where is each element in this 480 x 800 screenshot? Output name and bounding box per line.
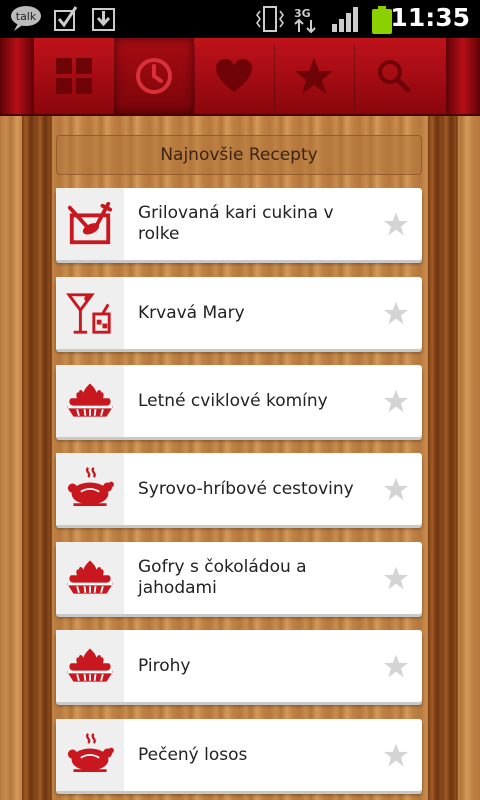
tab-favorites[interactable] bbox=[194, 38, 274, 114]
search-icon bbox=[378, 60, 411, 93]
star-icon bbox=[383, 566, 409, 590]
star-icon bbox=[383, 212, 409, 236]
talk-icon: talk bbox=[10, 4, 44, 36]
download-icon bbox=[92, 5, 116, 35]
roast-chicken-icon bbox=[64, 732, 116, 778]
tab-grid[interactable] bbox=[34, 38, 114, 114]
svg-text:3G: 3G bbox=[294, 7, 311, 20]
recipe-card[interactable]: Gofry s čokoládou a jahodami bbox=[56, 542, 422, 614]
star-icon bbox=[383, 654, 409, 678]
star-icon bbox=[295, 58, 333, 94]
recipe-card[interactable]: Letné cviklové komíny bbox=[56, 365, 422, 437]
star-icon bbox=[383, 477, 409, 501]
signal-icon bbox=[331, 5, 359, 37]
status-time: 11:35 bbox=[390, 3, 470, 32]
favorite-star-button[interactable] bbox=[370, 188, 422, 260]
checkbox-icon bbox=[54, 5, 78, 35]
favorite-star-button[interactable] bbox=[370, 542, 422, 614]
tab-bar bbox=[0, 38, 480, 116]
pie-icon bbox=[64, 643, 116, 689]
recipe-name: Letné cviklové komíny bbox=[138, 390, 328, 411]
favorite-star-button[interactable] bbox=[370, 630, 422, 702]
section-title: Najnovšie Recepty bbox=[160, 145, 318, 165]
pie-icon bbox=[64, 555, 116, 601]
heart-icon bbox=[216, 59, 252, 92]
status-bar: talk 3G 11:35 bbox=[0, 0, 480, 38]
favorite-star-button[interactable] bbox=[370, 719, 422, 791]
favorite-star-button[interactable] bbox=[370, 453, 422, 525]
recipe-card[interactable]: Grilovaná kari cukina v rolke bbox=[56, 188, 422, 260]
svg-text:talk: talk bbox=[16, 10, 37, 23]
3g-icon: 3G bbox=[292, 5, 320, 37]
star-icon bbox=[383, 389, 409, 413]
star-icon bbox=[383, 301, 409, 325]
favorite-star-button[interactable] bbox=[370, 365, 422, 437]
recipe-card[interactable]: Pirohy bbox=[56, 630, 422, 702]
recipe-name: Pečený losos bbox=[138, 744, 248, 765]
grill-icon bbox=[66, 200, 114, 248]
curtain-right bbox=[446, 38, 480, 114]
recipe-name: Pirohy bbox=[138, 655, 191, 676]
recipe-name: Gofry s čokoládou a jahodami bbox=[138, 557, 307, 598]
curtain-left bbox=[0, 38, 34, 114]
clock-icon bbox=[136, 58, 172, 94]
tab-latest[interactable] bbox=[114, 38, 194, 114]
tab-top-rated[interactable] bbox=[274, 38, 354, 114]
grid-icon bbox=[56, 58, 92, 94]
recipe-name: Grilovaná kari cukina v rolke bbox=[138, 203, 334, 244]
pie-icon bbox=[64, 378, 116, 424]
roast-chicken-icon bbox=[64, 466, 116, 512]
tab-search[interactable] bbox=[354, 38, 434, 114]
recipe-name: Krvavá Mary bbox=[138, 302, 245, 323]
vibrate-icon bbox=[255, 5, 285, 37]
star-icon bbox=[383, 743, 409, 767]
recipe-card[interactable]: Syrovo-hríbové cestoviny bbox=[56, 453, 422, 525]
cocktail-icon bbox=[66, 289, 114, 337]
recipe-card[interactable]: Pečený losos bbox=[56, 719, 422, 791]
recipe-name: Syrovo-hríbové cestoviny bbox=[138, 478, 354, 499]
recipe-card[interactable]: Krvavá Mary bbox=[56, 277, 422, 349]
favorite-star-button[interactable] bbox=[370, 277, 422, 349]
section-header: Najnovšie Recepty bbox=[56, 135, 422, 175]
